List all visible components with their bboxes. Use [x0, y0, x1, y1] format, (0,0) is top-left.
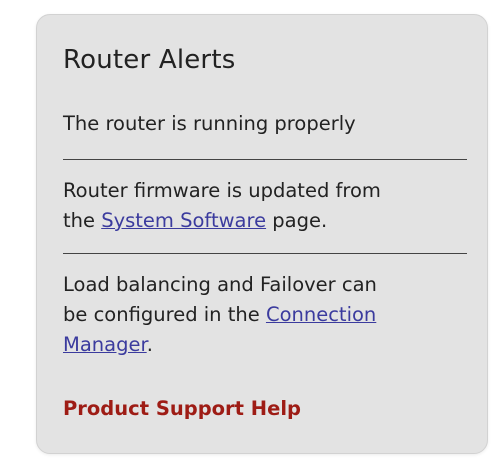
- router-status-message: The router is running properly: [63, 112, 356, 135]
- load-balancing-message: Load balancing and Failover can be config…: [63, 270, 377, 360]
- balancing-text-line1: Load balancing and Failover can: [63, 273, 377, 296]
- connection-manager-link-line1[interactable]: Connection: [266, 303, 376, 326]
- panel-title: Router Alerts: [63, 45, 236, 75]
- divider: [63, 253, 467, 254]
- product-support-help-link[interactable]: Product Support Help: [63, 397, 301, 420]
- firmware-text-prefix: the: [63, 209, 102, 232]
- connection-manager-link-line2[interactable]: Manager: [63, 333, 147, 356]
- firmware-text-suffix: page.: [266, 209, 328, 232]
- balancing-text-suffix: .: [146, 333, 153, 356]
- firmware-message: Router firmware is updated from the Syste…: [63, 176, 381, 236]
- firmware-text-line1: Router firmware is updated from: [63, 179, 381, 202]
- router-alerts-panel: Router Alerts The router is running prop…: [36, 14, 488, 454]
- divider: [63, 159, 467, 160]
- system-software-link[interactable]: System Software: [101, 209, 266, 232]
- balancing-text-prefix: be configured in the: [63, 303, 266, 326]
